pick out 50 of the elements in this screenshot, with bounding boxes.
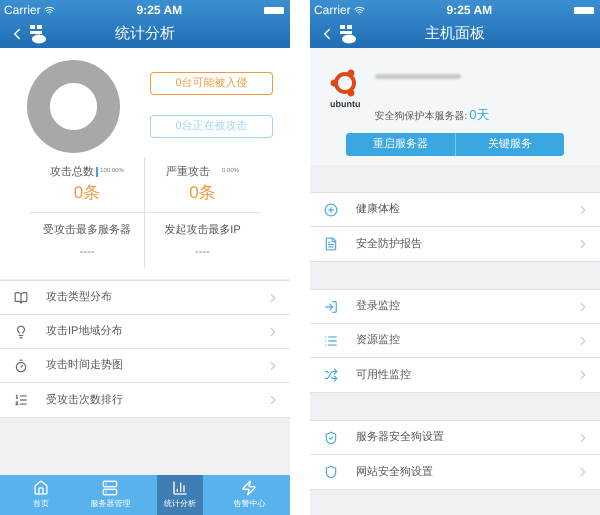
nav-title: 统计分析 (115, 24, 175, 44)
stat-value: 0条 (189, 182, 216, 204)
stat-value: 0条 (74, 182, 100, 204)
clock-time: 9:25 AM (136, 2, 182, 19)
carrier-label: Carrier (4, 2, 41, 19)
menu-label: 资源监控 (356, 333, 400, 348)
lightning-icon (241, 480, 258, 496)
menu-label: 网站安全狗设置 (356, 464, 433, 480)
menu-label: 攻击时间走势图 (46, 358, 123, 374)
menu-label: 攻击IP地域分布 (46, 324, 122, 340)
menu-label: 登录监控 (356, 299, 400, 314)
carrier-label: Carrier (314, 2, 351, 19)
menu-label: 健康体检 (356, 202, 400, 218)
home-icon (32, 480, 49, 496)
battery-icon (264, 6, 284, 14)
clock-time: 9:25 AM (446, 2, 492, 19)
menu-label: 服务器安全狗设置 (356, 430, 444, 446)
logo-text: ubuntu (330, 98, 360, 111)
stat-label: 受攻击最多服务器 (43, 222, 131, 238)
stat-label: 攻击总数 (50, 164, 94, 180)
stat-label: 严重攻击 (166, 164, 210, 180)
nav-title: 主机面板 (425, 24, 485, 44)
tab[interactable]: 统计分析 (156, 475, 203, 515)
wifi-icon (44, 4, 55, 16)
menu-icon (14, 393, 28, 407)
stat-value: ---- (195, 245, 210, 260)
menu-icon (324, 430, 338, 444)
menu-icon (324, 202, 338, 216)
menu-icon (324, 300, 338, 314)
server-cloud-icon (28, 24, 46, 44)
stat-label: 发起攻击最多IP (164, 222, 241, 238)
menu-label: 受攻击次数排行 (46, 392, 123, 408)
wifi-icon (354, 4, 365, 16)
menu-icon (324, 237, 338, 251)
menu-icon (14, 324, 28, 338)
stat-value: ---- (80, 245, 94, 260)
menu-icon (324, 368, 338, 382)
menu-label: 可用性监控 (356, 368, 411, 383)
battery-icon (574, 6, 594, 14)
server-cloud-icon (338, 24, 356, 44)
protect-label: 安全狗保护本服务器: (374, 110, 468, 124)
bar-chart-icon (172, 480, 188, 496)
protect-days: 0天 (469, 105, 490, 124)
menu-label: 攻击类型分布 (46, 290, 112, 306)
menu-icon (14, 290, 28, 304)
server-icon (102, 480, 118, 496)
menu-icon (324, 465, 338, 479)
menu-icon (14, 358, 28, 372)
menu-label: 安全防护报告 (356, 236, 422, 252)
menu-icon (324, 334, 338, 348)
